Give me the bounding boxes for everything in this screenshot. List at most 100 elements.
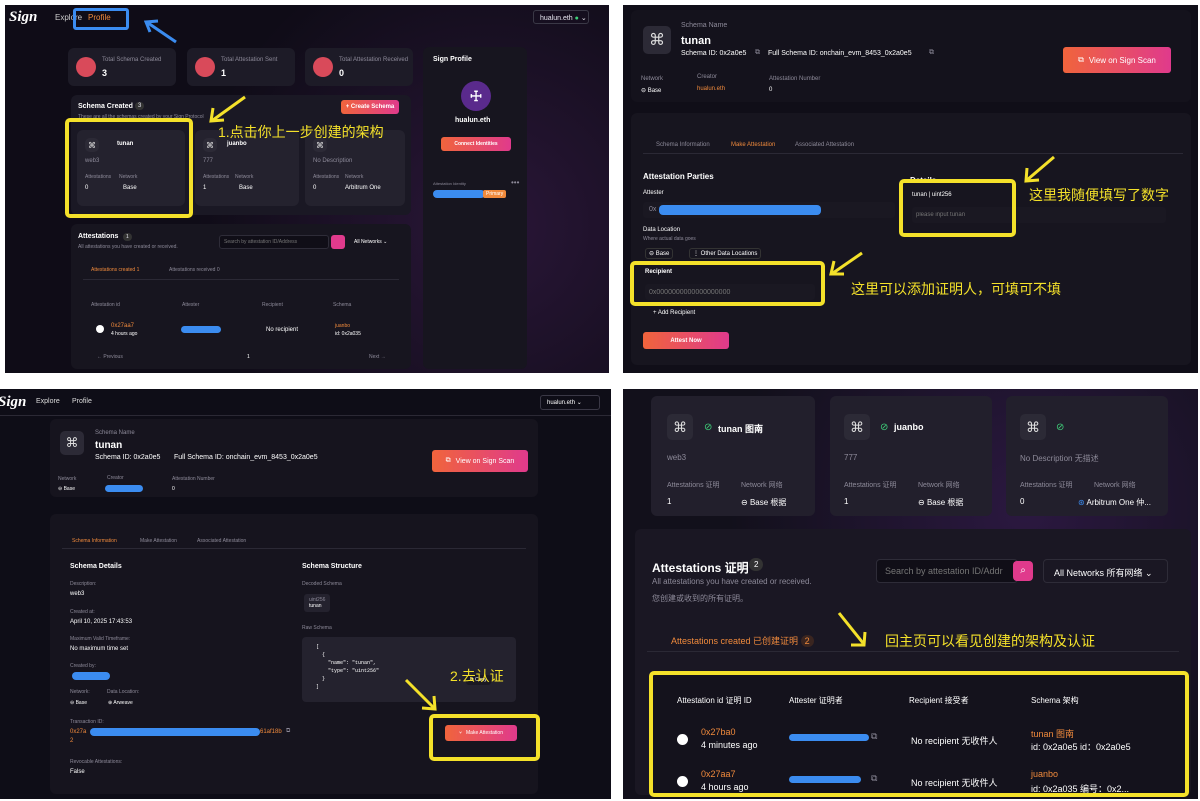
- attester-address-redacted: [181, 326, 221, 333]
- arrow-icon: [404, 678, 437, 711]
- schema-card-tunan[interactable]: ⌘ ⊘ tunan 图南 web3 Attestations 证明 Networ…: [651, 396, 815, 516]
- schema-icon: ⌘: [203, 138, 217, 152]
- next-button[interactable]: Next →: [369, 354, 386, 360]
- schema-icon: ⌘: [667, 414, 693, 440]
- attest-value: 1: [844, 497, 849, 506]
- decoded-name: tunan: [309, 603, 322, 609]
- full-schema-id: Full Schema ID: onchain_evm_8453_0x2a0e5: [174, 454, 318, 461]
- network-label: Network: [641, 76, 664, 82]
- nav-profile[interactable]: Profile: [72, 398, 92, 405]
- highlight-details: [899, 179, 1016, 237]
- tab-attestations-created[interactable]: Attestations created 1: [91, 267, 139, 273]
- nav-explore[interactable]: Explore: [36, 398, 60, 405]
- schema-header: ⌘ Schema Name tunan Schema ID: 0x2a0e5 F…: [50, 419, 538, 497]
- add-recipient-button[interactable]: + Add Recipient: [653, 310, 695, 316]
- tab-attestations-created[interactable]: Attestations created 已创建证明 2: [671, 634, 814, 647]
- panel-profile-overview: Sign Explore Profile hualun.eth ● ⌄ Tota…: [5, 5, 609, 373]
- row-attestation-id[interactable]: 0x27ba0: [701, 727, 736, 737]
- tab-schema-information[interactable]: Schema Information: [72, 538, 117, 544]
- search-input[interactable]: [876, 559, 1018, 583]
- view-on-sign-scan-button[interactable]: ⧉ View on Sign Scan: [1063, 47, 1171, 73]
- card-desc: 777: [203, 158, 214, 164]
- row-schema[interactable]: juanbo: [335, 323, 350, 329]
- network-text-2: Base: [75, 700, 87, 706]
- schema-card-arbitrum[interactable]: ⌘ ⊘ No Description 无描述 Attestations 证明 N…: [1006, 396, 1168, 516]
- stat-label: Total Schema Created: [102, 57, 162, 63]
- create-schema-button[interactable]: + Create Schema: [341, 100, 399, 114]
- transaction-tail: 2: [70, 738, 74, 744]
- sign-logo[interactable]: Sign: [0, 394, 26, 411]
- more-icon[interactable]: •••: [511, 178, 519, 187]
- search-icon[interactable]: ⌕: [1013, 561, 1033, 581]
- data-location-value: ⊕ Arweave: [108, 700, 133, 706]
- verified-icon: ⊘: [1056, 422, 1065, 433]
- tab-associated-attestation[interactable]: Associated Attestation: [795, 142, 854, 148]
- tab-label: Attestations created: [91, 267, 136, 273]
- tab-count: 1: [136, 267, 140, 273]
- attest-num-label: Attestation Number: [172, 476, 215, 482]
- other-locations-option[interactable]: ⋮ Other Data Locations: [689, 248, 762, 259]
- desc-cn: 您创建或收到的所有证明。: [652, 594, 748, 603]
- network-label: Network 网络: [918, 482, 960, 489]
- attest-label: Attestations 证明: [667, 482, 720, 489]
- network-text: Base: [647, 88, 662, 94]
- networks-label: All Networks: [354, 239, 382, 245]
- attester-prefix: 0x: [649, 206, 657, 213]
- tab-make-attestation[interactable]: Make Attestation: [140, 538, 177, 544]
- view-on-sign-scan-button[interactable]: ⧉ View on Sign Scan: [432, 450, 528, 472]
- row-attestation-id[interactable]: 0x27aa7: [701, 769, 736, 779]
- wallet-button[interactable]: hualun.eth ⌄: [540, 395, 600, 410]
- copy-icon[interactable]: ⧉: [929, 49, 934, 57]
- row-schema[interactable]: juanbo: [1031, 769, 1058, 779]
- nav-profile[interactable]: Profile: [88, 13, 111, 22]
- tab-attestations-received[interactable]: Attestations received 0: [169, 267, 220, 273]
- count-badge: 1: [123, 233, 132, 241]
- connect-identities-button[interactable]: Connect Identities: [441, 137, 511, 151]
- network-label: Network 网络: [741, 482, 783, 489]
- description-value: web3: [70, 591, 85, 597]
- col-attester: Attester: [182, 302, 200, 308]
- col-attester: Attester 证明者: [789, 696, 843, 705]
- schema-name-label: Schema Name: [95, 430, 135, 436]
- schema-name-label: Schema Name: [681, 22, 728, 29]
- row-schema-id: id: 0x2a035: [335, 331, 361, 337]
- copy-icon[interactable]: ⧉: [286, 728, 290, 735]
- search-icon[interactable]: [331, 235, 345, 249]
- created-by-redacted: [72, 672, 110, 680]
- tab-make-attestation[interactable]: Make Attestation: [731, 142, 775, 148]
- sign-logo[interactable]: Sign: [9, 9, 37, 26]
- transaction-prefix[interactable]: 0x27a: [70, 729, 86, 735]
- schema-icon: ⌘: [60, 431, 84, 455]
- networks-select[interactable]: All Networks ⌄: [354, 239, 387, 245]
- copy-icon[interactable]: ⧉: [871, 731, 877, 742]
- copy-icon[interactable]: ⧉: [755, 49, 760, 57]
- view-btn-label: View on Sign Scan: [455, 457, 515, 465]
- row-schema[interactable]: tunan 图南: [1031, 727, 1074, 740]
- previous-button[interactable]: ← Previous: [97, 354, 123, 360]
- card-desc: 777: [844, 453, 858, 462]
- code-line: {: [316, 652, 326, 658]
- row-time: 4 hours ago: [111, 331, 138, 337]
- highlight-recipient: [630, 261, 825, 306]
- wallet-button[interactable]: hualun.eth ● ⌄: [533, 10, 589, 24]
- desc-en: All attestations you have created or rec…: [652, 577, 812, 586]
- transaction-suffix[interactable]: 61af18b: [260, 729, 282, 735]
- tab-associated-attestation[interactable]: Associated Attestation: [197, 538, 246, 544]
- row-attestation-id[interactable]: 0x27aa7: [111, 323, 134, 329]
- schema-icon: ⌘: [1020, 414, 1046, 440]
- network-value: Base: [239, 185, 253, 191]
- search-input[interactable]: [219, 235, 329, 249]
- location-base-option[interactable]: ⊖ Base: [645, 248, 674, 259]
- copy-icon[interactable]: ⧉: [871, 773, 877, 784]
- loc-base-label: Base: [655, 251, 670, 257]
- full-schema-id: Full Schema ID: onchain_evm_8453_0x2a0e5: [768, 50, 912, 57]
- networks-select[interactable]: All Networks 所有网络 ⌄: [1043, 559, 1168, 583]
- stat-value: 1: [221, 68, 227, 78]
- attest-now-button[interactable]: Attest Now: [643, 332, 729, 349]
- decoded-field: uint256 tunan: [304, 594, 331, 612]
- max-valid-label: Maximum Valid Timeframe:: [70, 636, 131, 642]
- row-status-icon: [96, 325, 104, 333]
- schema-card-juanbo[interactable]: ⌘ ⊘ juanbo 777 Attestations 证明 Network 网…: [830, 396, 992, 516]
- tab-schema-information[interactable]: Schema Information: [656, 142, 710, 148]
- creator-value[interactable]: hualun.eth: [697, 86, 725, 92]
